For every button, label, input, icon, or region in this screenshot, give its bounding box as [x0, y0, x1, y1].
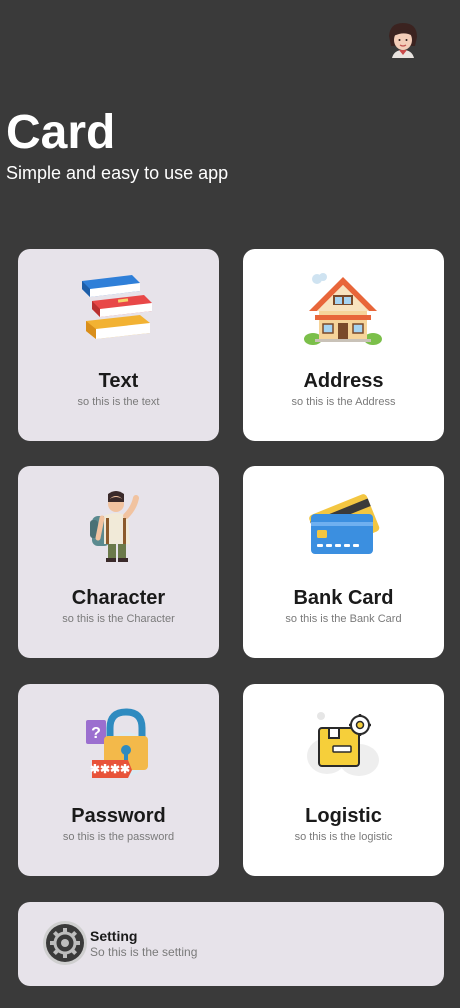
card-subtitle: so this is the Character	[62, 613, 175, 625]
card-title: Bank Card	[293, 587, 394, 609]
card-title: Text	[98, 370, 139, 392]
books-icon	[78, 271, 158, 347]
card-subtitle: so this is the text	[77, 396, 160, 408]
card-subtitle: so this is the Bank Card	[285, 613, 402, 625]
card-title: Address	[303, 370, 384, 392]
page-title: Card	[6, 106, 116, 159]
setting-title: Setting	[90, 928, 138, 944]
gear-icon	[42, 920, 88, 966]
card-logistic[interactable]: Logistic so this is the logistic	[243, 684, 444, 876]
setting-subtitle: So this is the setting	[90, 945, 198, 959]
svg-text:✱✱✱✱: ✱✱✱✱	[90, 762, 130, 776]
traveler-icon	[78, 488, 158, 564]
package-icon	[303, 706, 383, 782]
padlock-icon: ? ✱✱✱✱	[78, 706, 158, 782]
card-text[interactable]: Text so this is the text	[18, 249, 219, 441]
card-title: Logistic	[305, 805, 382, 827]
page-subtitle: Simple and easy to use app	[6, 163, 229, 183]
card-character[interactable]: Character so this is the Character	[18, 466, 219, 658]
card-address[interactable]: Address so this is the Address	[243, 249, 444, 441]
card-title: Password	[71, 805, 166, 827]
user-avatar-icon	[385, 23, 421, 59]
card-subtitle: so this is the password	[62, 831, 175, 843]
setting-item[interactable]: Setting So this is the setting	[18, 902, 444, 986]
card-subtitle: so this is the Address	[291, 396, 396, 408]
card-subtitle: so this is the logistic	[294, 831, 393, 843]
card-bank-card[interactable]: Bank Card so this is the Bank Card	[243, 466, 444, 658]
house-icon	[303, 271, 383, 347]
avatar[interactable]	[384, 20, 422, 60]
credit-card-icon	[303, 488, 383, 564]
card-password[interactable]: ? ✱✱✱✱ Password so this is the password	[18, 684, 219, 876]
svg-text:?: ?	[91, 725, 101, 742]
card-title: Character	[71, 587, 166, 609]
